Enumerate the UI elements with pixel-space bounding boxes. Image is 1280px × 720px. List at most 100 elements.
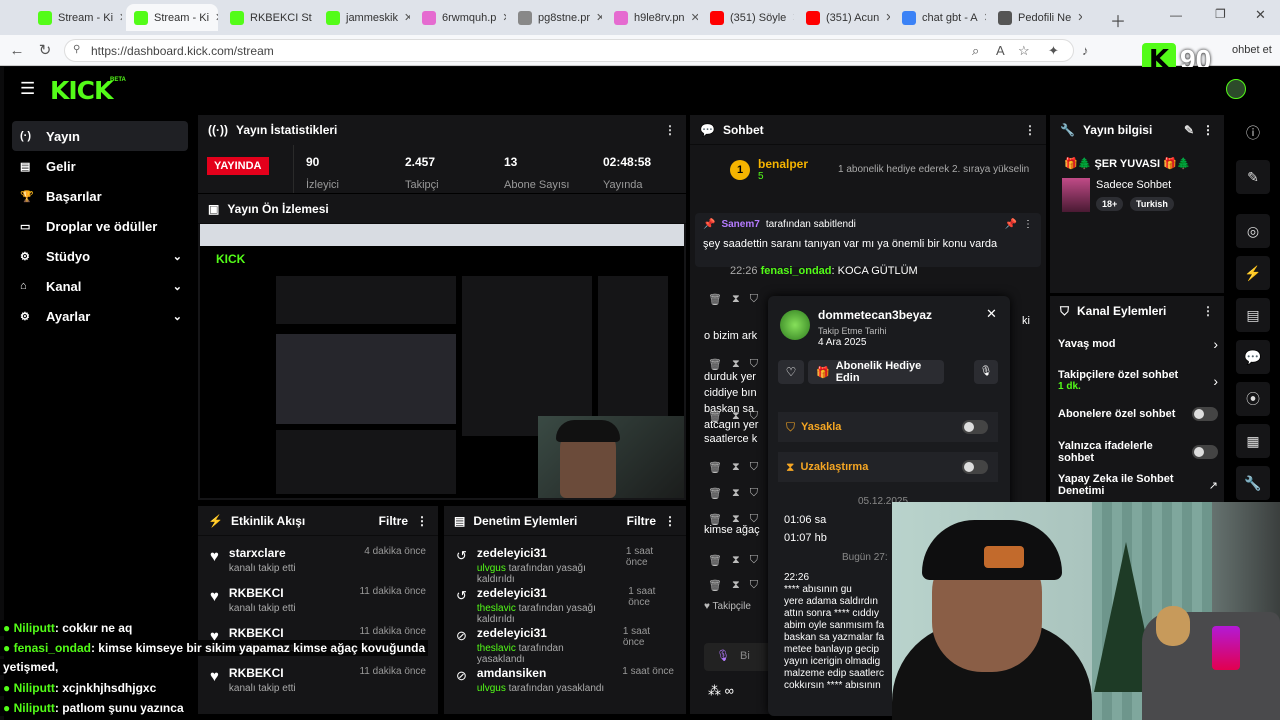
chevron-down-icon[interactable]: ⌄ — [173, 250, 182, 263]
channel-action-row[interactable]: Abonelere özel sohbet — [1058, 407, 1218, 421]
pinned-user[interactable]: Sanem7 — [721, 219, 759, 230]
delete-icon[interactable]: 🗑 — [708, 554, 722, 567]
timeout-icon[interactable]: ⧗ — [732, 554, 740, 567]
chevron-right-icon[interactable]: › — [1213, 373, 1218, 389]
activity-filter-button[interactable]: Filtre — [379, 514, 408, 528]
ban-icon[interactable]: ⛉ — [750, 487, 758, 500]
info-icon[interactable]: ⓘ — [1236, 116, 1270, 150]
activity-user[interactable]: starxclare — [229, 546, 296, 560]
tag[interactable]: 18+ — [1096, 197, 1124, 211]
chat-bubble-icon[interactable]: 💬 — [1236, 340, 1270, 374]
leader-name[interactable]: benalper — [758, 157, 808, 171]
points-icon[interactable]: ⁂ — [708, 683, 721, 698]
close-window-button[interactable]: ✕ — [1255, 7, 1266, 23]
tab-close-icon[interactable]: ✕ — [885, 11, 890, 24]
timeout-icon[interactable]: ⧗ — [732, 487, 740, 500]
sidebar-item-5[interactable]: ⌂ Kanal ⌄ — [12, 271, 188, 301]
browser-tab[interactable]: jammeskik ✕ — [318, 4, 410, 31]
chevron-down-icon[interactable]: ⌄ — [173, 310, 182, 323]
browser-tab[interactable]: Stream - Ki ✕ — [126, 4, 218, 31]
ban-icon[interactable]: ⛉ — [750, 358, 758, 371]
more-options-icon[interactable]: ⋮ — [416, 514, 428, 528]
close-icon[interactable]: ✕ — [986, 306, 997, 322]
hamburger-menu-icon[interactable]: ☰ — [20, 79, 35, 99]
mute-button[interactable]: 🎙 — [974, 360, 998, 384]
moderated-user[interactable]: zedeleyici31 — [477, 546, 616, 560]
channel-action-row[interactable]: Yapay Zeka ile Sohbet Denetimi ↗ — [1058, 473, 1218, 497]
chevron-right-icon[interactable]: › — [1213, 336, 1218, 352]
delete-icon[interactable]: 🗑 — [708, 358, 722, 371]
browser-tab[interactable]: chat gbt - A ✕ — [894, 4, 986, 31]
message-user[interactable]: fenasi_ondad — [761, 265, 832, 277]
delete-icon[interactable]: 🗑 — [708, 487, 722, 500]
music-icon[interactable]: ♪ — [1082, 43, 1089, 58]
sidebar-item-0[interactable]: (·) Yayın — [12, 121, 188, 151]
pencil-icon[interactable]: ✎ — [1236, 160, 1270, 194]
site-info-icon[interactable]: ⚲ — [73, 44, 80, 55]
activity-user[interactable]: RKBEKCI — [229, 626, 296, 640]
timeout-toggle[interactable] — [962, 460, 988, 474]
ban-icon[interactable]: ⛉ — [750, 554, 758, 567]
delete-icon[interactable]: 🗑 — [708, 579, 722, 592]
ban-icon[interactable]: ⛉ — [750, 461, 758, 474]
sidebar-item-1[interactable]: ▤ Gelir — [12, 151, 188, 181]
ban-icon[interactable]: ⛉ — [750, 513, 758, 526]
ban-icon[interactable]: ⛉ — [750, 293, 758, 306]
channel-action-row[interactable]: Yavaş mod › — [1058, 336, 1218, 352]
tab-close-icon[interactable]: ✕ — [404, 11, 410, 24]
read-aloud-icon[interactable]: A — [996, 43, 1005, 58]
tab-close-icon[interactable]: ✕ — [691, 11, 698, 24]
minimize-button[interactable]: — — [1170, 8, 1182, 22]
camera-icon[interactable]: ◎ — [1236, 214, 1270, 248]
delete-icon[interactable]: 🗑 — [708, 293, 722, 306]
browser-tab[interactable]: (351) Acun ✕ — [798, 4, 890, 31]
browser-tab[interactable]: h9le8rv.pn ✕ — [606, 4, 698, 31]
delete-icon[interactable]: 🗑 — [708, 513, 722, 526]
ban-icon[interactable]: ⛉ — [750, 410, 758, 423]
browser-tab[interactable]: pg8stne.pr ✕ — [510, 4, 602, 31]
chevron-down-icon[interactable]: ⌄ — [173, 280, 182, 293]
wrench-icon[interactable]: 🔧 — [1236, 466, 1270, 500]
moderated-user[interactable]: zedeleyici31 — [477, 626, 613, 640]
pinned-message[interactable]: 📌 Sanem7 tarafından sabitlendi 📌 ⋮ şey s… — [695, 213, 1041, 267]
toggle-switch[interactable] — [1192, 407, 1218, 421]
channel-action-row[interactable]: Yalnızca ifadelerle sohbet — [1058, 440, 1218, 464]
more-options-icon[interactable]: ⋮ — [664, 514, 676, 528]
favorite-star-icon[interactable]: ☆ — [1018, 43, 1030, 59]
more-options-icon[interactable]: ⋮ — [664, 123, 676, 137]
more-options-icon[interactable]: ⋮ — [1202, 123, 1214, 137]
moderator-name[interactable]: theslavic — [477, 643, 516, 654]
tab-close-icon[interactable]: ✕ — [215, 11, 218, 24]
browser-tab[interactable]: Stream - Ki ✕ — [30, 4, 122, 31]
infinity-icon[interactable]: ∞ — [725, 683, 734, 698]
browser-tab[interactable]: RKBEKCI St✕ — [222, 4, 314, 31]
external-link-icon[interactable]: ↗ — [1209, 479, 1218, 492]
kick-logo[interactable]: KICK — [50, 76, 113, 105]
activity-user[interactable]: RKBEKCI — [229, 586, 296, 600]
broadcast-icon[interactable]: ⦿ — [1236, 382, 1270, 416]
moderator-name[interactable]: theslavic — [477, 603, 516, 614]
gift-sub-button[interactable]: 🎁 Abonelik Hediye Edin — [808, 360, 944, 384]
toggle-switch[interactable] — [1192, 445, 1218, 459]
heart-button[interactable]: ♡ — [778, 360, 804, 384]
moderated-user[interactable]: amdansiken — [477, 666, 604, 680]
lightning-icon[interactable]: ⚡ — [1236, 256, 1270, 290]
browser-tab[interactable]: Pedofili Ne ✕ — [990, 4, 1082, 31]
mic-icon[interactable]: 🎙 — [716, 649, 730, 662]
sidebar-item-4[interactable]: ⚙ Stüdyo ⌄ — [12, 241, 188, 271]
tab-close-icon[interactable]: ✕ — [119, 11, 122, 24]
moderation-filter-button[interactable]: Filtre — [627, 514, 656, 528]
channel-action-row[interactable]: Takipçilere özel sohbet 1 dk. › — [1058, 369, 1218, 392]
zoom-icon[interactable]: ⌕ — [972, 43, 979, 59]
moderator-name[interactable]: ulvgus — [477, 683, 506, 694]
more-options-icon[interactable]: ⋮ — [1202, 304, 1214, 318]
timeout-icon[interactable]: ⧗ — [732, 410, 740, 423]
delete-icon[interactable]: 🗑 — [708, 461, 722, 474]
sidebar-item-6[interactable]: ⚙ Ayarlar ⌄ — [12, 301, 188, 331]
url-input[interactable]: ⚲ https://dashboard.kick.com/stream — [64, 39, 1074, 62]
new-tab-button[interactable]: ＋ — [1110, 8, 1126, 32]
timeout-icon[interactable]: ⧗ — [732, 579, 740, 592]
unpin-icon[interactable]: 📌 — [1005, 219, 1017, 230]
reload-icon[interactable]: ↻ — [36, 42, 54, 60]
moderated-user[interactable]: zedeleyici31 — [477, 586, 618, 600]
